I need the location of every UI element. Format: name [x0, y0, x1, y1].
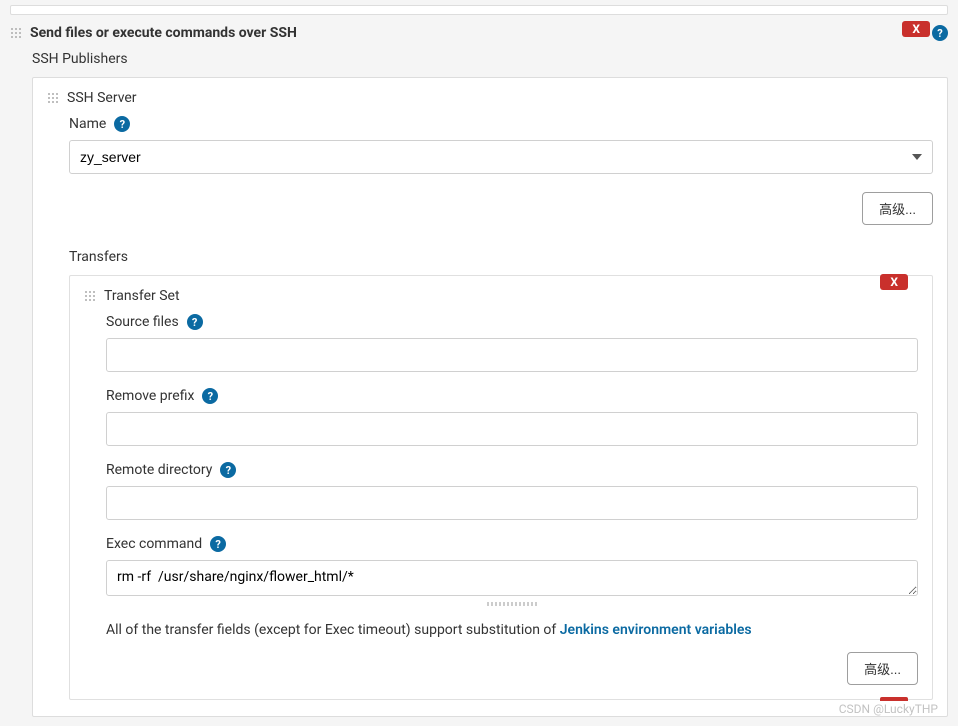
help-icon[interactable]: ?: [932, 25, 948, 41]
remove-prefix-label: Remove prefix: [106, 388, 194, 404]
resize-handle-icon[interactable]: [487, 602, 537, 606]
remote-directory-label: Remote directory: [106, 462, 212, 478]
drag-handle-icon[interactable]: [47, 92, 59, 104]
drag-handle-icon[interactable]: [10, 27, 22, 39]
help-icon[interactable]: ?: [202, 388, 218, 404]
exec-command-label: Exec command: [106, 536, 202, 552]
help-icon[interactable]: ?: [220, 462, 236, 478]
advanced-button[interactable]: 高级...: [847, 652, 918, 685]
ssh-publishers-label: SSH Publishers: [10, 51, 948, 77]
section-title: Send files or execute commands over SSH: [30, 25, 932, 41]
transfers-label: Transfers: [69, 249, 933, 265]
section-header: Send files or execute commands over SSH …: [10, 23, 948, 51]
source-files-label: Source files: [106, 314, 179, 330]
server-name-select[interactable]: zy_server: [69, 140, 933, 174]
help-icon[interactable]: ?: [210, 536, 226, 552]
remove-prefix-input[interactable]: [106, 412, 918, 446]
help-icon[interactable]: ?: [187, 314, 203, 330]
ssh-server-panel: SSH Server Name ? zy_server 高级... Transf…: [32, 77, 948, 717]
delete-indicator-strip: [880, 697, 908, 701]
transfer-set-header: Transfer Set: [84, 288, 918, 304]
remote-directory-input[interactable]: [106, 486, 918, 520]
env-variables-link[interactable]: Jenkins environment variables: [560, 622, 752, 638]
delete-section-button[interactable]: X: [902, 21, 930, 37]
transfer-set-title: Transfer Set: [104, 288, 180, 304]
delete-transfer-button[interactable]: X: [880, 274, 908, 290]
ssh-server-header: SSH Server: [47, 90, 933, 106]
drag-handle-icon[interactable]: [84, 290, 96, 302]
source-files-input[interactable]: [106, 338, 918, 372]
exec-command-textarea[interactable]: [106, 560, 918, 596]
previous-section-strip: [10, 5, 948, 15]
name-label: Name: [69, 116, 106, 132]
help-icon[interactable]: ?: [114, 116, 130, 132]
ssh-server-title: SSH Server: [67, 90, 137, 106]
advanced-button[interactable]: 高级...: [862, 192, 933, 225]
transfer-set-panel: X Transfer Set Source files ? Remove pre…: [69, 275, 933, 700]
info-prefix: All of the transfer fields (except for E…: [106, 622, 560, 638]
info-text: All of the transfer fields (except for E…: [106, 622, 918, 638]
ssh-publisher-section: X Send files or execute commands over SS…: [10, 23, 948, 717]
